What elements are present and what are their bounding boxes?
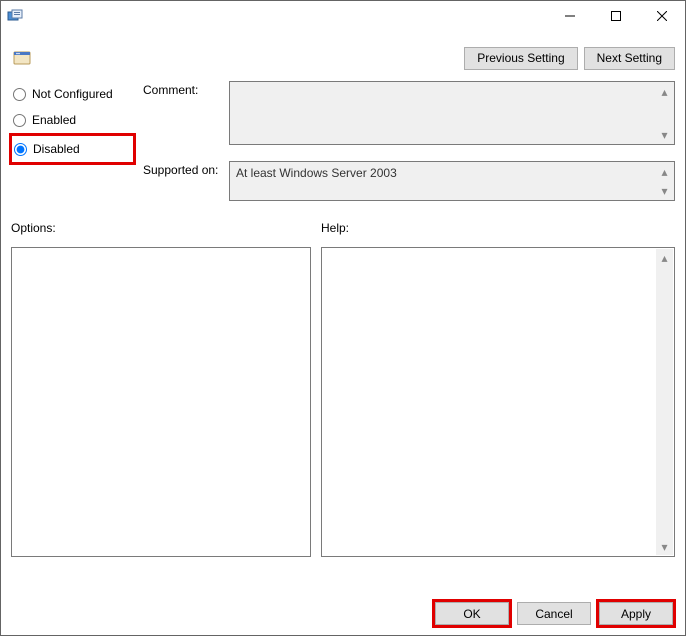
radio-enabled[interactable]: Enabled: [11, 107, 136, 133]
radio-enabled-input[interactable]: [13, 114, 26, 127]
policy-icon: [13, 49, 31, 67]
next-setting-button[interactable]: Next Setting: [584, 47, 675, 70]
scroll-up-icon: ▴: [656, 163, 673, 180]
options-label: Options:: [11, 221, 56, 235]
help-scrollbar[interactable]: ▴ ▾: [656, 249, 673, 555]
comment-label: Comment:: [143, 83, 223, 97]
highlight-disabled: Disabled: [9, 133, 136, 165]
minimize-button[interactable]: [547, 1, 593, 31]
help-label: Help:: [321, 221, 349, 235]
radio-disabled-label: Disabled: [33, 142, 80, 156]
comment-scrollbar[interactable]: ▴ ▾: [656, 83, 673, 143]
supported-on-label: Supported on:: [143, 163, 223, 177]
comment-field[interactable]: ▴ ▾: [229, 81, 675, 145]
apply-button[interactable]: Apply: [599, 602, 673, 625]
scroll-down-icon: ▾: [656, 538, 673, 555]
radio-enabled-label: Enabled: [32, 113, 76, 127]
scroll-up-icon: ▴: [656, 249, 673, 266]
scroll-down-icon: ▾: [656, 126, 673, 143]
radio-disabled-input[interactable]: [14, 143, 27, 156]
maximize-button[interactable]: [593, 1, 639, 31]
options-box: [11, 247, 311, 557]
help-box: ▴ ▾: [321, 247, 675, 557]
radio-not-configured-input[interactable]: [13, 88, 26, 101]
ok-button[interactable]: OK: [435, 602, 509, 625]
radio-not-configured-label: Not Configured: [32, 87, 113, 101]
radio-disabled[interactable]: Disabled: [12, 136, 133, 162]
scroll-up-icon: ▴: [656, 83, 673, 100]
supported-scrollbar[interactable]: ▴ ▾: [656, 163, 673, 199]
titlebar: [1, 1, 685, 31]
radio-not-configured[interactable]: Not Configured: [11, 81, 136, 107]
scroll-down-icon: ▾: [656, 182, 673, 199]
close-button[interactable]: [639, 1, 685, 31]
cancel-button[interactable]: Cancel: [517, 602, 591, 625]
app-icon: [7, 8, 23, 24]
supported-on-field: At least Windows Server 2003 ▴ ▾: [229, 161, 675, 201]
previous-setting-button[interactable]: Previous Setting: [464, 47, 577, 70]
state-radio-group: Not Configured Enabled Disabled: [11, 81, 136, 165]
supported-on-value: At least Windows Server 2003: [236, 166, 397, 180]
window-controls: [547, 1, 685, 30]
